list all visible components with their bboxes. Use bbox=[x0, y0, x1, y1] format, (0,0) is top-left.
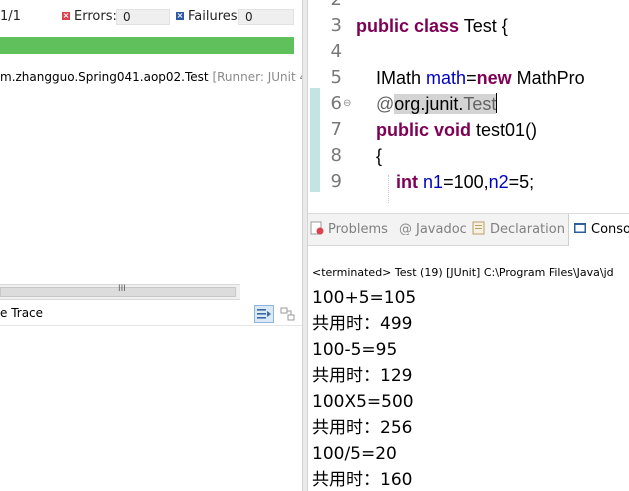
failure-trace-label: e Trace bbox=[0, 306, 44, 320]
code-token: { bbox=[356, 146, 383, 166]
test-root-name: m.zhangguo.Spring041.aop02.Test bbox=[0, 70, 209, 84]
code-token: math bbox=[426, 68, 467, 88]
code-line[interactable]: 6 ⊖ @org.junit.Test bbox=[308, 91, 629, 117]
line-number: 5 bbox=[330, 67, 342, 88]
code-token: public class bbox=[356, 16, 460, 36]
code-text: @org.junit.Test bbox=[356, 91, 498, 117]
bottom-view-tabs: Problems @ Javadoc Declaration Consol bbox=[308, 213, 629, 246]
code-line[interactable]: 4 bbox=[308, 39, 629, 65]
problems-icon bbox=[310, 216, 324, 235]
tab-consol[interactable]: Consol bbox=[568, 214, 629, 246]
text-caret bbox=[496, 93, 498, 113]
console-icon bbox=[573, 216, 587, 233]
line-number: 2 bbox=[308, 0, 342, 13]
tab-declaration[interactable]: Declaration bbox=[472, 214, 565, 246]
code-token: int bbox=[396, 172, 419, 192]
code-token: Test bbox=[463, 94, 497, 114]
horizontal-scrollbar[interactable]: III bbox=[0, 284, 240, 300]
code-text: IMath math=new MathPro bbox=[356, 65, 585, 91]
code-text: int n1=100,n2=5; bbox=[356, 169, 534, 195]
code-token: IMath bbox=[356, 68, 427, 88]
tab-label: Declaration bbox=[490, 222, 565, 237]
line-number: 7 bbox=[330, 119, 342, 140]
line-number: 6 bbox=[330, 93, 342, 114]
runs-value: 1/1 bbox=[0, 9, 21, 24]
console-line: 100-5=95 bbox=[312, 340, 398, 360]
declaration-icon bbox=[472, 216, 486, 235]
code-token: public void bbox=[376, 120, 472, 140]
test-root-runner: [Runner: JUnit 4] bbox=[212, 70, 312, 84]
test-tree-root[interactable]: m.zhangguo.Spring041.aop02.Test [Runner:… bbox=[0, 70, 312, 84]
code-line[interactable]: 2 bbox=[308, 0, 629, 13]
failure-icon: × bbox=[176, 11, 184, 20]
code-token: @ bbox=[376, 94, 395, 114]
failures-label: Failures: bbox=[188, 9, 242, 24]
line-number: 3 bbox=[330, 15, 342, 36]
tab-label: Consol bbox=[591, 222, 629, 237]
line-number: 4 bbox=[330, 41, 342, 62]
code-text: public class Test { bbox=[356, 13, 508, 39]
code-token: new bbox=[476, 68, 512, 88]
line-number: 9 bbox=[330, 171, 342, 192]
console-line: 共用时：160 bbox=[312, 470, 413, 490]
console-view[interactable]: <terminated> Test (19) [JUnit] C:\Progra… bbox=[308, 246, 629, 491]
code-line[interactable]: 5 IMath math=new MathPro bbox=[308, 65, 629, 91]
code-line[interactable]: 7 public void test01() bbox=[308, 117, 629, 143]
failures-count: 0 bbox=[238, 9, 294, 25]
scrollbar-grip-icon: III bbox=[118, 284, 126, 294]
console-line: 100X5=500 bbox=[312, 392, 414, 412]
failure-trace-header: e Trace bbox=[0, 303, 302, 326]
errors-count: 0 bbox=[116, 9, 170, 25]
console-line: 共用时：129 bbox=[312, 366, 413, 386]
console-line: 共用时：256 bbox=[312, 418, 413, 438]
code-token: = bbox=[466, 68, 477, 88]
code-token: =5; bbox=[508, 172, 535, 192]
console-line: 100/5=20 bbox=[312, 444, 397, 464]
errors-label: Errors: bbox=[74, 9, 117, 24]
error-icon: × bbox=[62, 11, 70, 20]
console-line: 共用时：499 bbox=[312, 314, 413, 334]
code-editor[interactable]: 23public class Test {45 IMath math=new M… bbox=[308, 0, 629, 203]
code-token: n1 bbox=[423, 172, 444, 192]
fold-collapse-icon[interactable]: ⊖ bbox=[343, 99, 351, 109]
tab-problems[interactable]: Problems bbox=[310, 214, 388, 246]
tab-label: Problems bbox=[328, 222, 388, 237]
code-text: public void test01() bbox=[356, 117, 537, 143]
console-line: 100+5=105 bbox=[312, 288, 417, 308]
compare-icon bbox=[280, 307, 295, 321]
junit-view: 1/1 × Errors: 0 × Failures: 0 m.zhangguo… bbox=[0, 0, 312, 491]
code-text: { bbox=[356, 143, 382, 169]
tab-label: Javadoc bbox=[416, 222, 467, 237]
console-output: 100+5=105 共用时：499 100-5=95 共用时：129 100X5=500… bbox=[312, 285, 416, 491]
tab-javadoc[interactable]: @ Javadoc bbox=[398, 214, 467, 246]
code-token: n2 bbox=[488, 172, 509, 192]
compare-results-button[interactable] bbox=[278, 305, 298, 323]
code-line[interactable]: 9 int n1=100,n2=5; bbox=[308, 169, 629, 195]
filter-stack-icon bbox=[257, 309, 271, 319]
filter-stack-trace-button[interactable] bbox=[254, 305, 274, 323]
code-token: org.junit. bbox=[394, 94, 464, 114]
junit-progress-bar bbox=[0, 37, 294, 54]
javadoc-icon: @ bbox=[398, 216, 412, 237]
code-token: Test { bbox=[459, 16, 508, 36]
code-token: =100, bbox=[443, 172, 489, 192]
svg-text:@: @ bbox=[399, 222, 412, 235]
indent-guide bbox=[388, 175, 389, 203]
code-token: test01() bbox=[471, 120, 538, 140]
code-line[interactable]: 8 { bbox=[308, 143, 629, 169]
junit-counters: 1/1 × Errors: 0 × Failures: 0 bbox=[0, 7, 302, 27]
code-token: MathPro bbox=[511, 68, 585, 88]
console-status: <terminated> Test (19) [JUnit] C:\Progra… bbox=[312, 266, 614, 279]
code-line[interactable]: 3 public class Test { bbox=[308, 13, 629, 39]
line-number: 8 bbox=[330, 145, 342, 166]
